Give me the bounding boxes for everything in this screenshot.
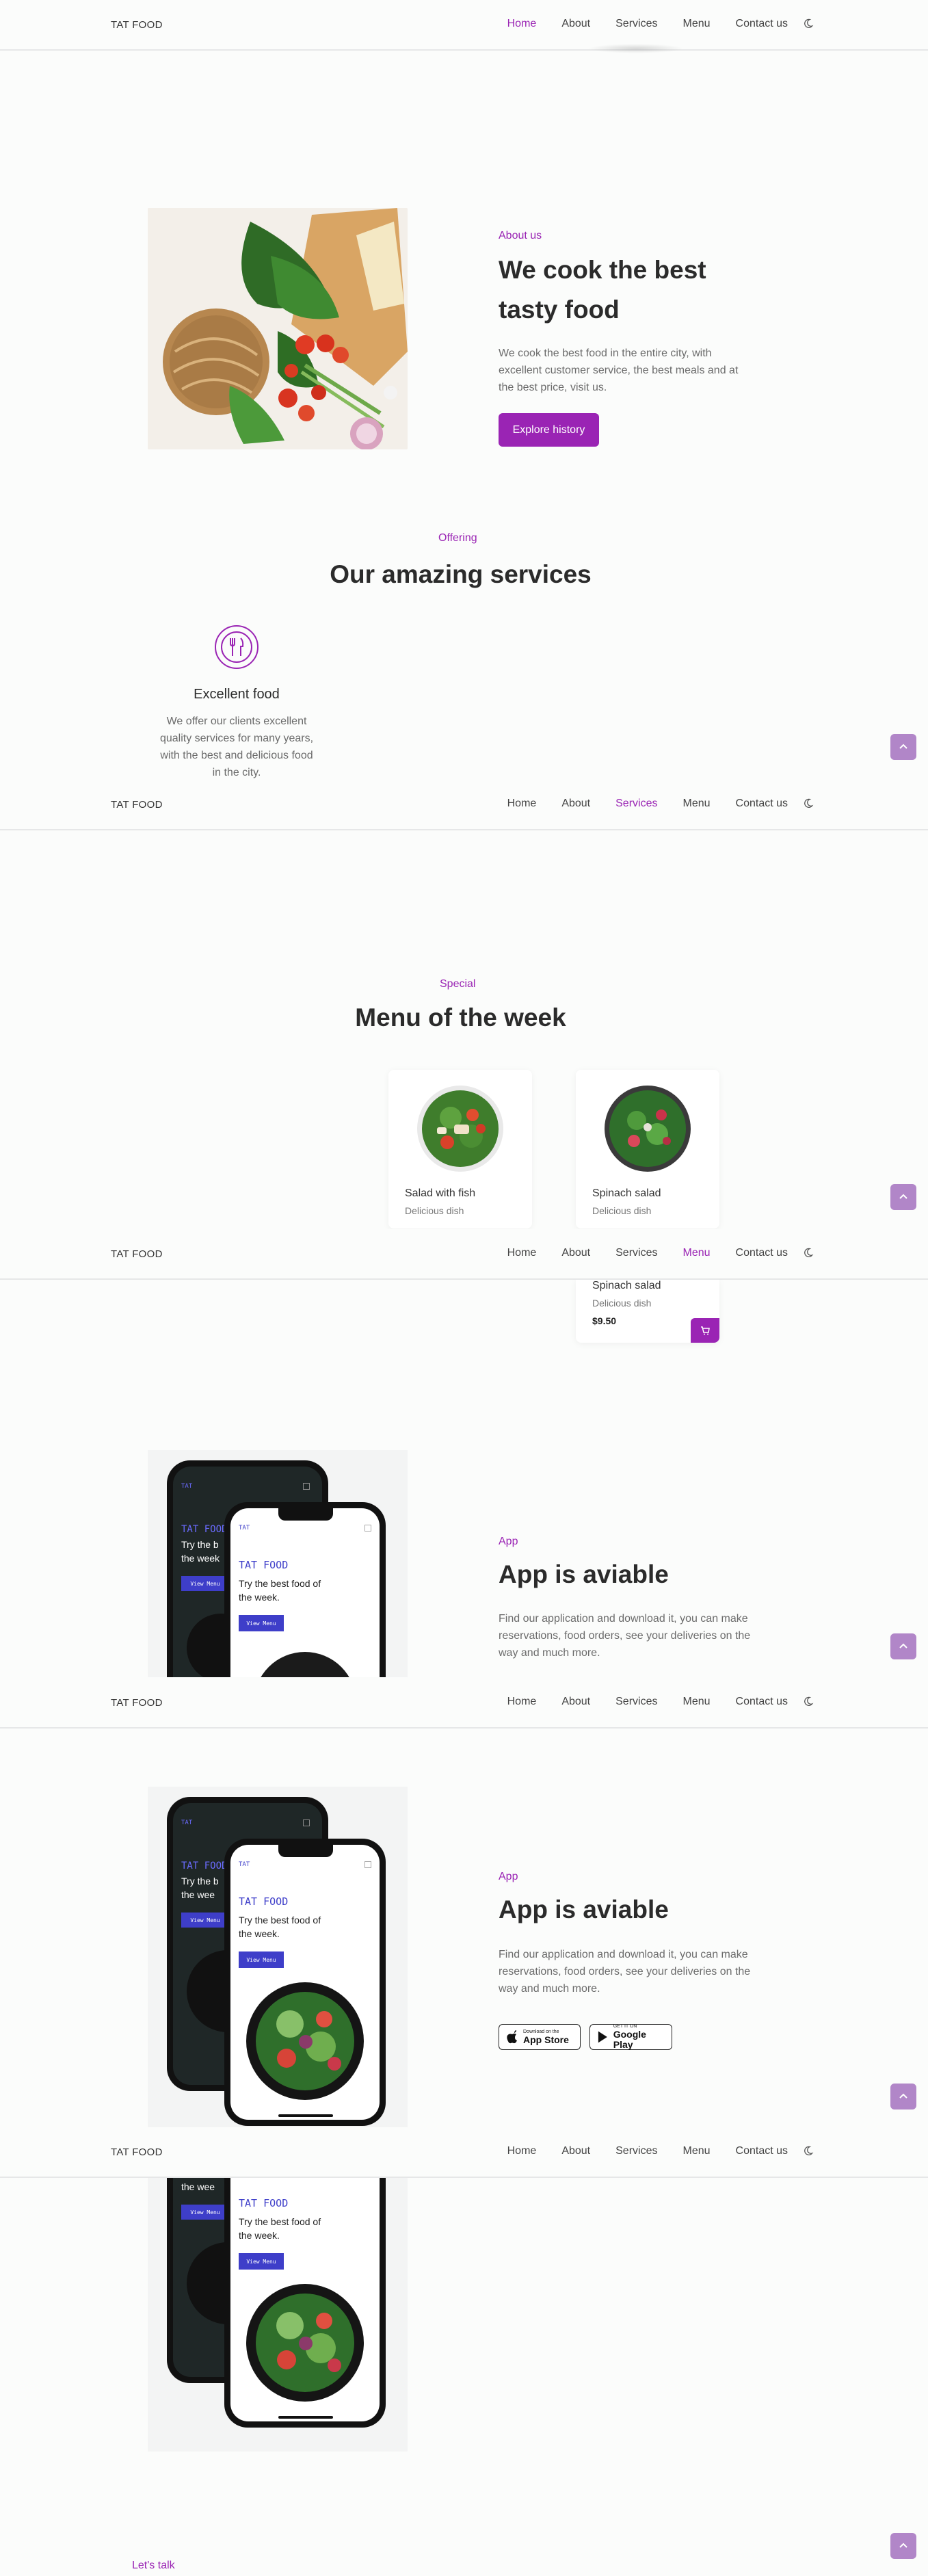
nav-services[interactable]: Services <box>615 1696 657 1708</box>
about-description: We cook the best food in the entire city… <box>499 347 739 393</box>
service-item-title: Excellent food <box>194 687 280 702</box>
nav-about[interactable]: About <box>561 798 590 810</box>
logo[interactable]: TAT FOOD <box>111 1697 163 1709</box>
header-nav: TAT FOOD Home About Services Menu Contac… <box>0 780 928 830</box>
about-subtitle: About us <box>499 230 542 241</box>
nav-home[interactable]: Home <box>507 798 537 810</box>
header-nav: TAT FOOD Home About Services Menu Contac… <box>0 0 928 53</box>
moon-icon[interactable] <box>803 1696 815 1708</box>
nav-menu[interactable]: Menu <box>682 1247 710 1259</box>
nav-links: Home About Services Menu Contact us <box>482 1247 815 1259</box>
chevron-up-icon <box>899 2542 907 2548</box>
nav-about[interactable]: About <box>561 2145 590 2157</box>
scroll-up-button[interactable] <box>890 2084 916 2110</box>
chevron-up-icon <box>899 2093 907 2099</box>
nav-links: Home About Services Menu Contact us <box>482 798 815 810</box>
dish-card[interactable]: Spinach salad Delicious dish <box>576 1070 719 1228</box>
play-icon <box>598 2031 607 2043</box>
app-mockup-image: TAT TAT FOOD Try the b the week View Men… <box>148 1450 408 1677</box>
header-nav: TAT FOOD Home About Services Menu Contac… <box>0 1229 928 1280</box>
nav-links: Home About Services Menu Contact us <box>482 18 815 30</box>
app-mockup-image: TAT TAT FOOD Try the b the wee View Menu… <box>148 1787 408 2129</box>
logo[interactable]: TAT FOOD <box>111 2146 163 2158</box>
dish-card[interactable]: Spinach salad Delicious dish $9.50 <box>576 1280 719 1343</box>
nav-home[interactable]: Home <box>507 18 537 30</box>
nav-links: Home About Services Menu Contact us <box>482 2145 815 2157</box>
logo[interactable]: TAT FOOD <box>111 799 163 811</box>
app-subtitle: App <box>499 1871 518 1882</box>
contact-subtitle: Let's talk <box>132 2560 175 2571</box>
nav-menu[interactable]: Menu <box>682 18 710 30</box>
services-title: Our amazing services <box>330 560 592 588</box>
moon-icon[interactable] <box>803 2145 815 2157</box>
scroll-up-button[interactable] <box>890 1633 916 1659</box>
header-nav: TAT FOOD Home About Services Menu Contac… <box>0 1678 928 1729</box>
app-description: Find our application and download it, yo… <box>499 1613 751 1659</box>
nav-home[interactable]: Home <box>507 1696 537 1708</box>
chevron-up-icon <box>899 1194 907 1199</box>
nav-links: Home About Services Menu Contact us <box>482 1696 815 1708</box>
scroll-up-button[interactable] <box>890 734 916 760</box>
nav-services[interactable]: Services <box>615 1247 657 1259</box>
utensils-icon <box>214 625 259 670</box>
moon-icon[interactable] <box>803 18 815 30</box>
chevron-up-icon <box>899 744 907 749</box>
dish-price: $9.50 <box>592 1315 617 1326</box>
nav-menu[interactable]: Menu <box>682 1696 710 1708</box>
app-title: App is aviable <box>499 1895 669 1923</box>
service-item-description: We offer our clients excellent quality s… <box>159 715 314 778</box>
google-play-button[interactable]: GET IT ON Google Play <box>589 2024 672 2050</box>
scroll-up-button[interactable] <box>890 1184 916 1210</box>
about-title: We cook the best tasty food <box>499 256 706 324</box>
nav-contact[interactable]: Contact us <box>736 18 788 30</box>
dish-image <box>605 1086 691 1172</box>
chevron-up-icon <box>899 1643 907 1648</box>
services-subtitle: Offering <box>438 532 477 544</box>
nav-services[interactable]: Services <box>615 798 657 810</box>
nav-contact[interactable]: Contact us <box>736 798 788 810</box>
nav-contact[interactable]: Contact us <box>736 2145 788 2157</box>
nav-contact[interactable]: Contact us <box>736 1247 788 1259</box>
nav-services[interactable]: Services <box>615 2145 657 2157</box>
app-subtitle: App <box>499 1536 518 1547</box>
add-to-cart-button[interactable] <box>691 1318 719 1343</box>
scroll-up-button[interactable] <box>890 2533 916 2559</box>
dish-image <box>417 1086 503 1172</box>
nav-about[interactable]: About <box>561 1696 590 1708</box>
moon-icon[interactable] <box>803 798 815 810</box>
header-nav: TAT FOOD Home About Services Menu Contac… <box>0 2127 928 2178</box>
explore-history-button[interactable]: Explore history <box>499 413 599 447</box>
logo[interactable]: TAT FOOD <box>111 19 163 31</box>
app-mockup-image: the wee View Menu TAT FOOD Try the best … <box>148 2178 408 2452</box>
nav-about[interactable]: About <box>561 1247 590 1259</box>
nav-home[interactable]: Home <box>507 2145 537 2157</box>
nav-services[interactable]: Services <box>615 18 657 30</box>
nav-about[interactable]: About <box>561 18 590 30</box>
nav-menu[interactable]: Menu <box>682 2145 710 2157</box>
nav-menu[interactable]: Menu <box>682 798 710 810</box>
cart-icon <box>701 1326 710 1335</box>
about-image <box>148 208 408 449</box>
app-description: Find our application and download it, yo… <box>499 1949 751 1995</box>
dish-card[interactable]: Salad with fish Delicious dish <box>388 1070 532 1228</box>
menu-subtitle: Special <box>440 978 476 990</box>
app-title: App is aviable <box>499 1560 669 1588</box>
apple-icon <box>507 2030 517 2044</box>
logo[interactable]: TAT FOOD <box>111 1248 163 1260</box>
nav-contact[interactable]: Contact us <box>736 1696 788 1708</box>
app-store-button[interactable]: Download on the App Store <box>499 2024 581 2050</box>
nav-home[interactable]: Home <box>507 1247 537 1259</box>
menu-title: Menu of the week <box>355 1003 566 1031</box>
moon-icon[interactable] <box>803 1247 815 1259</box>
